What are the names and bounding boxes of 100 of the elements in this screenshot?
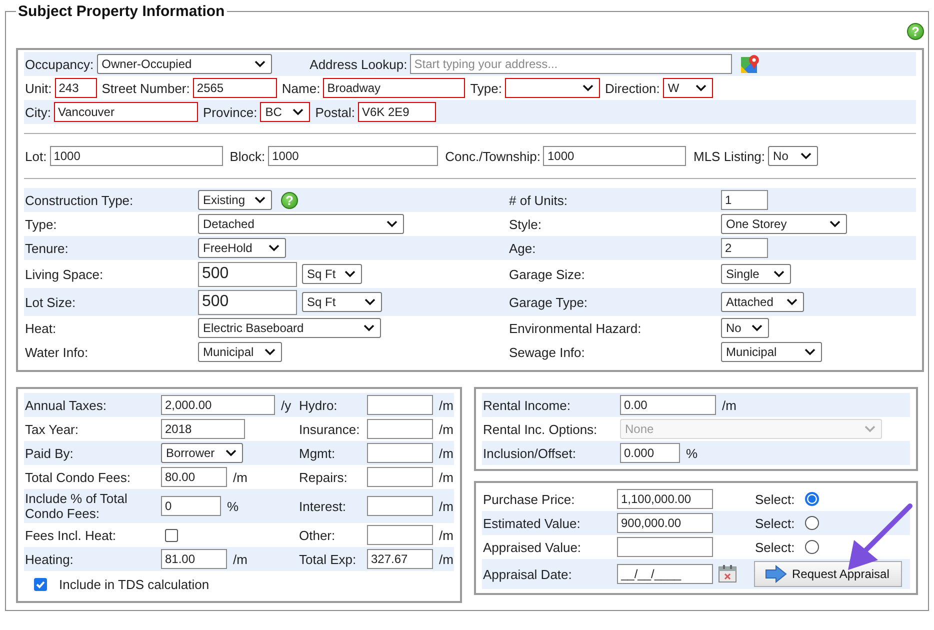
- unit-label: /m: [439, 498, 454, 514]
- field-label: Lot Size:: [25, 294, 77, 310]
- text-field[interactable]: 80.00: [161, 467, 227, 487]
- checkbox[interactable]: [34, 578, 47, 590]
- field-label: Sewage Info:: [509, 344, 586, 360]
- dropdown[interactable]: Municipal: [198, 342, 282, 362]
- chevron-icon: [804, 348, 816, 356]
- field-label: Inclusion/Offset:: [483, 446, 577, 460]
- dropdown[interactable]: Owner-Occupied: [96, 54, 272, 74]
- field-label: Environmental Hazard:: [509, 320, 642, 336]
- text-field[interactable]: 900,000.00: [617, 513, 713, 533]
- text-field[interactable]: 2565: [192, 78, 277, 98]
- field-label: Garage Type:: [509, 294, 589, 310]
- field-label: Other:: [299, 528, 336, 542]
- check-icon: [35, 578, 46, 590]
- text-field[interactable]: [367, 496, 433, 516]
- section-title: Subject Property Information: [17, 3, 226, 20]
- chevron-icon: [364, 298, 376, 306]
- text-field[interactable]: 243: [54, 78, 97, 98]
- dropdown[interactable]: BC: [260, 102, 310, 122]
- checkbox[interactable]: [165, 528, 178, 542]
- text-field[interactable]: 1: [721, 190, 768, 210]
- unit-label: /m: [233, 552, 248, 566]
- unit-label: /y: [281, 398, 292, 412]
- field-label: Insurance:: [299, 422, 361, 436]
- chevron-icon: [264, 348, 276, 356]
- text-field[interactable]: 2: [721, 238, 768, 258]
- field-label: Province:: [203, 104, 258, 120]
- field-label: Repairs:: [299, 470, 348, 484]
- unit-label: /m: [439, 470, 454, 484]
- field-label: Select:: [755, 516, 795, 530]
- field-label: Appraisal Date:: [483, 566, 573, 582]
- field-label: Age:: [509, 240, 537, 256]
- text-field[interactable]: [367, 467, 433, 487]
- field-label: Hydro:: [299, 398, 338, 412]
- text-field[interactable]: 1000: [268, 146, 438, 166]
- dropdown[interactable]: Single: [721, 264, 791, 284]
- text-field[interactable]: 1,100,000.00: [617, 489, 713, 509]
- dropdown[interactable]: Municipal: [721, 342, 822, 362]
- text-field[interactable]: 81.00: [161, 549, 227, 569]
- dropdown[interactable]: Existing: [198, 190, 272, 210]
- text-field[interactable]: 1000: [50, 146, 223, 166]
- unit-label: /m: [439, 446, 454, 460]
- chevron-icon: [773, 270, 785, 278]
- unit-label: /m: [722, 398, 736, 412]
- dropdown[interactable]: Attached: [721, 292, 804, 312]
- text-field[interactable]: 500: [198, 262, 297, 286]
- radio-button[interactable]: [804, 492, 819, 506]
- text-field[interactable]: 1000: [543, 146, 686, 166]
- text-field[interactable]: 2,000.00: [161, 395, 275, 415]
- text-field[interactable]: [367, 419, 433, 439]
- text-field[interactable]: [367, 525, 433, 545]
- field-label: Interest:: [299, 498, 347, 514]
- dropdown[interactable]: Sq Ft: [302, 292, 382, 312]
- text-field[interactable]: Start typing your address...: [410, 54, 732, 74]
- text-field[interactable]: 500: [198, 290, 297, 314]
- text-field[interactable]: 327.67: [367, 549, 433, 569]
- field-label: # of Units:: [509, 192, 569, 208]
- text-field[interactable]: Broadway: [323, 78, 466, 98]
- text-field[interactable]: 0.000: [620, 443, 680, 463]
- radio-button[interactable]: [804, 516, 819, 530]
- text-field[interactable]: Vancouver: [54, 102, 198, 122]
- text-field[interactable]: [367, 443, 433, 463]
- field-label: Occupancy:: [25, 56, 94, 72]
- chevron-icon: [254, 196, 266, 204]
- field-label: Select:: [755, 492, 795, 506]
- dropdown[interactable]: W: [662, 78, 713, 98]
- field-label: Street Number:: [102, 80, 190, 96]
- dropdown[interactable]: No: [768, 146, 818, 166]
- text-field[interactable]: [367, 395, 433, 415]
- text-field[interactable]: __/__/____: [617, 564, 713, 584]
- chevron-icon: [292, 108, 304, 116]
- unit-label: %: [686, 446, 698, 460]
- dropdown[interactable]: FreeHold: [198, 238, 286, 258]
- dropdown[interactable]: Sq Ft: [302, 264, 362, 284]
- chevron-icon: [225, 449, 237, 457]
- dropdown[interactable]: [504, 78, 600, 98]
- chevron-icon: [386, 220, 398, 228]
- text-field[interactable]: 0: [161, 496, 221, 516]
- text-field[interactable]: V6K 2E9: [358, 102, 436, 122]
- radio-button[interactable]: [804, 540, 819, 554]
- text-field[interactable]: 0.00: [620, 395, 716, 415]
- chevron-icon: [254, 60, 266, 68]
- dropdown[interactable]: Borrower: [161, 443, 243, 463]
- field-label: Lot:: [25, 148, 47, 164]
- chevron-icon: [864, 425, 876, 433]
- field-label: Direction:: [604, 80, 660, 96]
- request-appraisal-button[interactable]: Request Appraisal: [754, 561, 902, 587]
- dropdown[interactable]: No: [721, 318, 769, 338]
- annotation-arrow: [848, 504, 912, 570]
- dropdown[interactable]: Detached: [198, 214, 404, 234]
- text-field[interactable]: 2018: [161, 419, 245, 439]
- field-label: Annual Taxes:: [25, 398, 108, 412]
- text-field[interactable]: [617, 537, 713, 557]
- field-label: Type:: [25, 216, 58, 232]
- chevron-icon: [829, 220, 841, 228]
- chevron-icon: [582, 84, 594, 92]
- dropdown[interactable]: Electric Baseboard: [198, 318, 381, 338]
- chevron-icon: [694, 84, 707, 92]
- dropdown[interactable]: One Storey: [721, 214, 847, 234]
